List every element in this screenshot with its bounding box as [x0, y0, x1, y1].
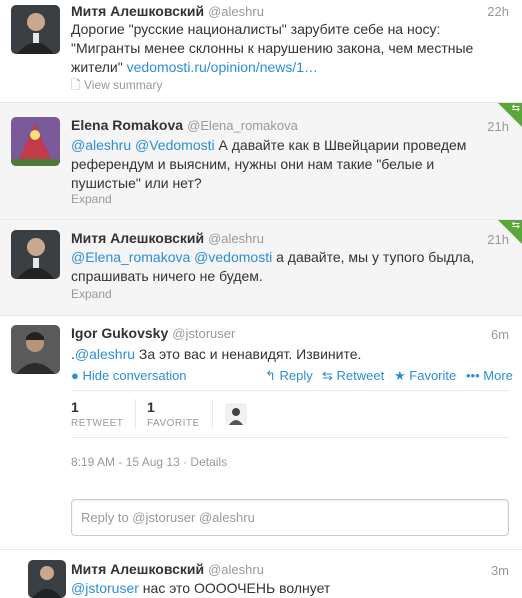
more-button[interactable]: ••• More [466, 368, 513, 383]
hide-conversation-label: Hide conversation [82, 368, 187, 383]
retweets-label: RETWEET [71, 418, 124, 429]
tweet-time[interactable]: 3m [491, 563, 509, 578]
divider [135, 399, 136, 429]
tweet-text-body: За это вас и ненавидят. Извините. [135, 346, 362, 362]
view-summary-button[interactable]: 🗋 View summary [71, 76, 162, 97]
author-handle[interactable]: @aleshru [208, 231, 264, 246]
mention-link[interactable]: @Vedomosti [135, 137, 215, 153]
retweet-button[interactable]: ⇆ Retweet [322, 368, 384, 384]
tweet-meta: 8:19 AM - 15 Aug 13 · Details [71, 455, 228, 469]
mention-link[interactable]: @vedomosti [194, 249, 272, 265]
tweet-item[interactable]: ⇆ Митя Алешковский @aleshru 21h @Elena_ro… [0, 220, 522, 316]
tweet-text: @aleshru @Vedomosti А давайте как в Швей… [71, 136, 491, 193]
author-name[interactable]: Митя Алешковский [71, 230, 204, 246]
tweet-text: @jstoruser нас это ООООЧЕНЬ волнует [71, 579, 491, 598]
more-label: More [483, 368, 513, 383]
hide-conversation-button[interactable]: ● Hide conversation [71, 368, 187, 383]
author-name[interactable]: Elena Romakova [71, 117, 183, 133]
avatar[interactable] [28, 560, 66, 598]
retweet-icon: ⇆ [322, 368, 333, 383]
tweet-time[interactable]: 21h [487, 232, 509, 247]
speech-bubble-icon: ● [71, 368, 79, 383]
favorite-button[interactable]: ★ Favorite [394, 368, 456, 384]
retweets-stat[interactable]: 1 RETWEET [71, 399, 123, 429]
tweet-time[interactable]: 22h [487, 4, 509, 19]
more-dots-icon: ••• [466, 368, 480, 383]
tweet-text: .@aleshru За это вас и ненавидят. Извини… [71, 345, 491, 364]
favorite-label: Favorite [409, 368, 457, 383]
expand-button[interactable]: Expand [71, 192, 112, 206]
tweet-item[interactable]: Митя Алешковский @aleshru 22h Дорогие "ру… [0, 0, 522, 103]
reply-button[interactable]: ↰ Reply [265, 368, 313, 384]
avatar[interactable] [11, 117, 60, 166]
retweets-count: 1 [71, 399, 79, 415]
details-link[interactable]: Details [190, 455, 227, 469]
author-handle[interactable]: @jstoruser [172, 326, 235, 341]
tweet-text: Дорогие "русские националисты" зарубите … [71, 20, 491, 77]
divider [212, 399, 213, 429]
mention-link[interactable]: @jstoruser [71, 580, 139, 596]
reply-arrow-icon: ↰ [265, 368, 276, 383]
author-handle[interactable]: @aleshru [208, 4, 264, 19]
reply-input[interactable]: Reply to @jstoruser @aleshru [71, 499, 509, 536]
author-handle[interactable]: @Elena_romakova [187, 118, 298, 133]
tweet-text-body: нас это ООООЧЕНЬ волнует [138, 580, 331, 596]
avatar[interactable] [11, 230, 60, 279]
mention-link[interactable]: @Elena_romakova [71, 249, 190, 265]
mention-link[interactable]: @aleshru [75, 346, 135, 362]
tweet-link[interactable]: vedomosti.ru/opinion/news/1… [127, 59, 318, 75]
document-icon: 🗋 [71, 78, 81, 92]
star-icon: ★ [394, 368, 406, 383]
tweet-text: @Elena_romakova @vedomosti а давайте, мы… [71, 248, 491, 286]
favorites-count: 1 [147, 399, 155, 415]
retweet-icon: ⇆ [511, 220, 520, 231]
tweet-item[interactable]: ⇆ Elena Romakova @Elena_romakova 21h @ale… [0, 103, 522, 220]
author-name[interactable]: Митя Алешковский [71, 561, 204, 577]
favoriter-avatar[interactable] [225, 403, 247, 425]
avatar[interactable] [11, 5, 60, 54]
view-summary-label: View summary [84, 78, 163, 92]
tweet-stats: 1 RETWEET 1 FAVORITE [71, 390, 509, 438]
tweet-text-body: А давайте как в Швейцарии проведем рефер… [71, 137, 467, 191]
favorites-stat[interactable]: 1 FAVORITE [147, 399, 200, 429]
avatar[interactable] [11, 325, 60, 374]
tweet-item[interactable]: Митя Алешковский @aleshru 3m @jstoruser н… [0, 550, 522, 598]
reply-label: Reply [279, 368, 313, 383]
tweet-time[interactable]: 21h [487, 119, 509, 134]
tweet-timestamp[interactable]: 8:19 AM - 15 Aug 13 [71, 455, 180, 469]
retweet-icon: ⇆ [511, 103, 520, 114]
retweet-label: Retweet [336, 368, 385, 383]
author-name[interactable]: Митя Алешковский [71, 3, 204, 19]
author-handle[interactable]: @aleshru [208, 562, 264, 577]
expand-button[interactable]: Expand [71, 287, 112, 301]
tweet-time[interactable]: 6m [491, 327, 509, 342]
mention-link[interactable]: @aleshru [71, 137, 131, 153]
author-name[interactable]: Igor Gukovsky [71, 325, 168, 341]
favorites-label: FAVORITE [147, 418, 200, 429]
